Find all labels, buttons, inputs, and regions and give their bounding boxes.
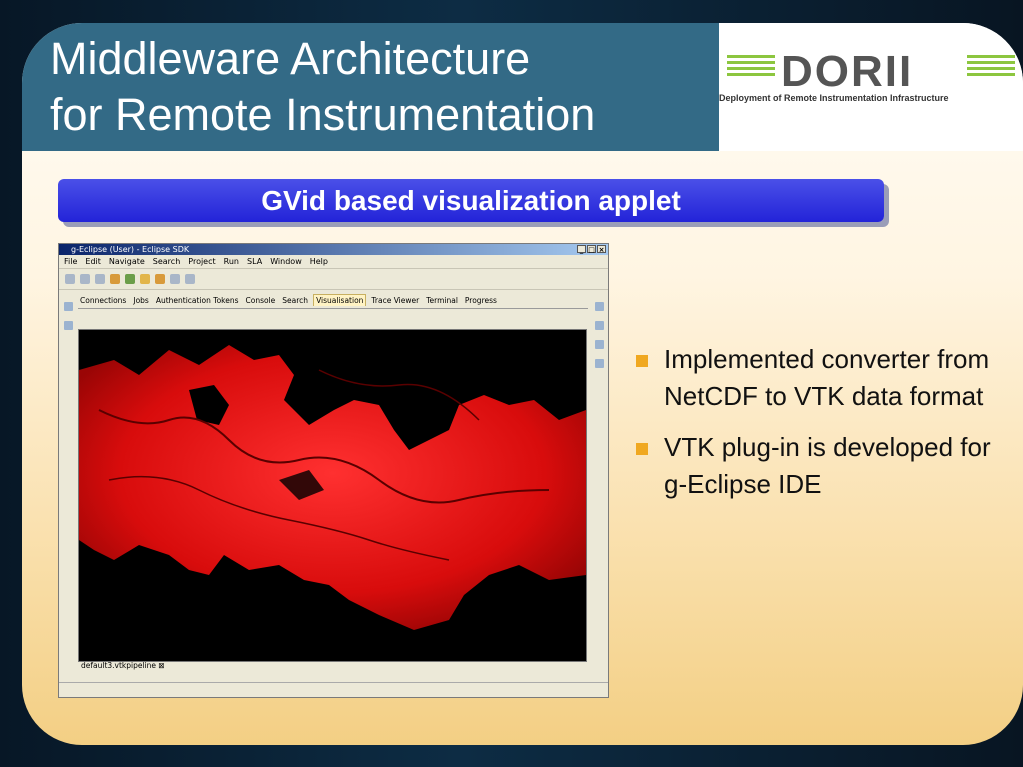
eclipse-window-title: g-Eclipse (User) - Eclipse SDK (71, 245, 190, 254)
tab-trace-viewer[interactable]: Trace Viewer (369, 295, 421, 306)
editor-tab-label: default3.vtkpipeline (81, 661, 157, 670)
bullet-item: Implemented converter from NetCDF to VTK… (634, 341, 1014, 415)
print-icon[interactable] (95, 274, 105, 284)
minimize-icon[interactable]: _ (577, 245, 586, 254)
menu-help[interactable]: Help (310, 255, 328, 268)
tab-search[interactable]: Search (280, 295, 310, 306)
edit-icon[interactable] (155, 274, 165, 284)
tab-console[interactable]: Console (244, 295, 278, 306)
help-icon[interactable] (594, 359, 604, 368)
new-icon[interactable] (65, 274, 75, 284)
tab-jobs[interactable]: Jobs (131, 295, 150, 306)
tab-progress[interactable]: Progress (463, 295, 499, 306)
logo-tagline: Deployment of Remote Instrumentation Inf… (719, 93, 949, 103)
hierarchy-icon[interactable] (594, 340, 604, 349)
maximize-icon[interactable]: □ (587, 245, 596, 254)
outline-icon[interactable] (594, 302, 604, 311)
menu-file[interactable]: File (64, 255, 77, 268)
eclipse-menu-bar: File Edit Navigate Search Project Run SL… (59, 255, 608, 268)
logo-bars-right (967, 55, 1015, 83)
tab-visualisation[interactable]: Visualisation (313, 294, 367, 306)
menu-sla[interactable]: SLA (247, 255, 262, 268)
eclipse-title-bar: g-Eclipse (User) - Eclipse SDK _ □ × (59, 244, 608, 255)
eclipse-toolbar (59, 268, 608, 290)
right-trim-bar (592, 292, 606, 672)
bullet-list: Implemented converter from NetCDF to VTK… (634, 341, 1014, 517)
eclipse-window-screenshot: g-Eclipse (User) - Eclipse SDK _ □ × Fil… (58, 243, 609, 698)
run-icon[interactable] (125, 274, 135, 284)
back-icon[interactable] (170, 274, 180, 284)
view-icon[interactable] (63, 321, 73, 330)
title-line-1: Middleware Architecture (50, 33, 531, 84)
left-trim-bar (61, 292, 75, 672)
logo-word: DORII (781, 47, 914, 96)
dorii-logo: DORII Deployment of Remote Instrumentati… (719, 23, 1023, 151)
menu-navigate[interactable]: Navigate (109, 255, 145, 268)
title-band: Middleware Architecture for Remote Instr… (22, 23, 719, 151)
menu-run[interactable]: Run (224, 255, 239, 268)
vtk-render-view[interactable] (78, 329, 587, 662)
slide-title: Middleware Architecture for Remote Instr… (50, 31, 595, 143)
debug-icon[interactable] (110, 274, 120, 284)
close-icon[interactable]: × (597, 245, 606, 254)
status-bar (59, 682, 608, 697)
tab-authentication-tokens[interactable]: Authentication Tokens (154, 295, 241, 306)
subtitle-banner: GVid based visualization applet (58, 179, 884, 222)
menu-window[interactable]: Window (270, 255, 302, 268)
restore-icon[interactable] (63, 302, 73, 311)
bullet-item: VTK plug-in is developed for g-Eclipse I… (634, 429, 1014, 503)
menu-search[interactable]: Search (153, 255, 180, 268)
save-icon[interactable] (80, 274, 90, 284)
editor-tab-pipeline[interactable]: default3.vtkpipeline ⊠ (78, 660, 168, 671)
view-tabs: Connections Jobs Authentication Tokens C… (78, 292, 588, 309)
title-line-2: for Remote Instrumentation (50, 89, 596, 140)
logo-bars-left (727, 55, 775, 83)
tab-terminal[interactable]: Terminal (424, 295, 460, 306)
slide: Middleware Architecture for Remote Instr… (22, 23, 1023, 745)
tasks-icon[interactable] (594, 321, 604, 330)
sea-surface-render (79, 345, 586, 630)
open-folder-icon[interactable] (140, 274, 150, 284)
forward-icon[interactable] (185, 274, 195, 284)
menu-project[interactable]: Project (188, 255, 215, 268)
close-tab-icon[interactable]: ⊠ (158, 661, 164, 670)
menu-edit[interactable]: Edit (85, 255, 101, 268)
tab-connections[interactable]: Connections (78, 295, 128, 306)
